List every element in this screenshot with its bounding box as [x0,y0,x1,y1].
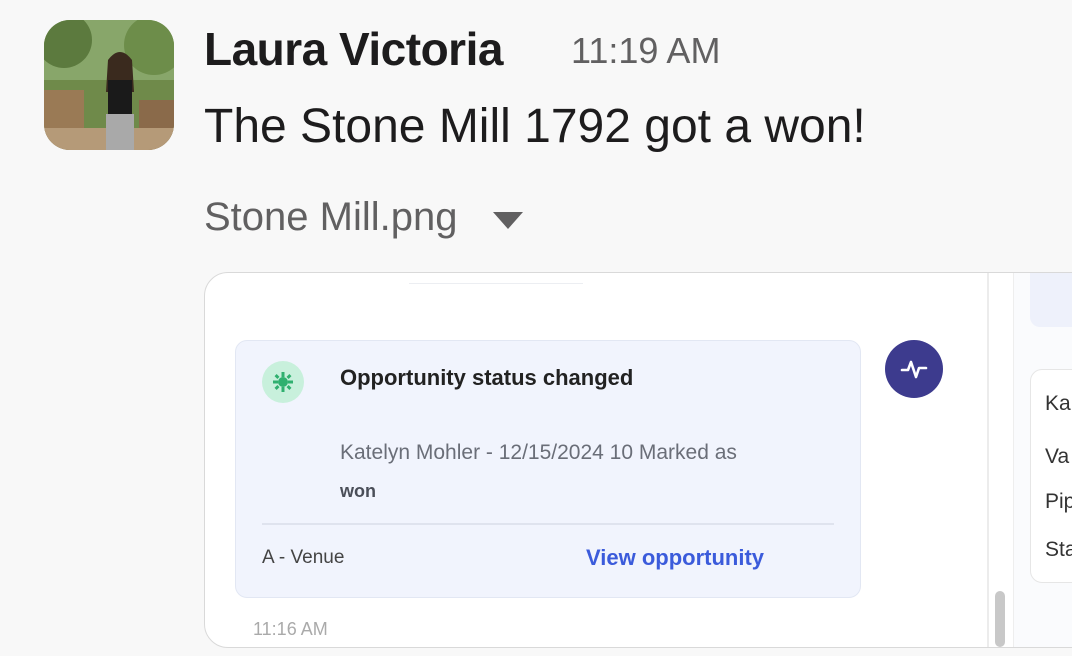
scrollbar-thumb[interactable] [995,591,1005,647]
activity-description: Katelyn Mohler - 12/15/2024 10 Marked as [340,441,737,464]
avatar[interactable] [44,20,174,150]
detail-line: Ka [1045,392,1071,415]
divider [262,523,834,525]
divider [409,273,583,284]
view-opportunity-link[interactable]: View opportunity [586,545,764,571]
detail-card: Ka Va Pip Sta [1030,369,1072,583]
message-timestamp[interactable]: 11:19 AM [571,30,720,72]
gear-icon [262,361,304,403]
detail-line: Pip [1045,490,1072,513]
file-header: Stone Mill.png [204,195,524,240]
image-attachment[interactable]: Opportunity status changed Katelyn Mohle… [204,272,1072,648]
message-author[interactable]: Laura Victoria [204,22,503,76]
divider [987,273,989,647]
activity-title: Opportunity status changed [340,365,634,390]
opportunity-type: A - Venue [262,547,345,568]
message-text: The Stone Mill 1792 got a won! [204,100,866,153]
activity-pulse-icon[interactable] [885,340,943,398]
panel-header [1030,273,1072,327]
activity-card: Opportunity status changed Katelyn Mohle… [235,340,861,598]
caret-down-icon[interactable] [493,212,524,229]
activity-time: 11:16 AM [253,619,328,639]
file-name[interactable]: Stone Mill.png [204,195,457,240]
detail-line: Sta [1045,538,1072,561]
detail-line: Va [1045,445,1070,468]
activity-status: won [340,481,376,501]
avatar-photo [44,20,174,150]
detail-panel: Ka Va Pip Sta [1013,273,1072,647]
